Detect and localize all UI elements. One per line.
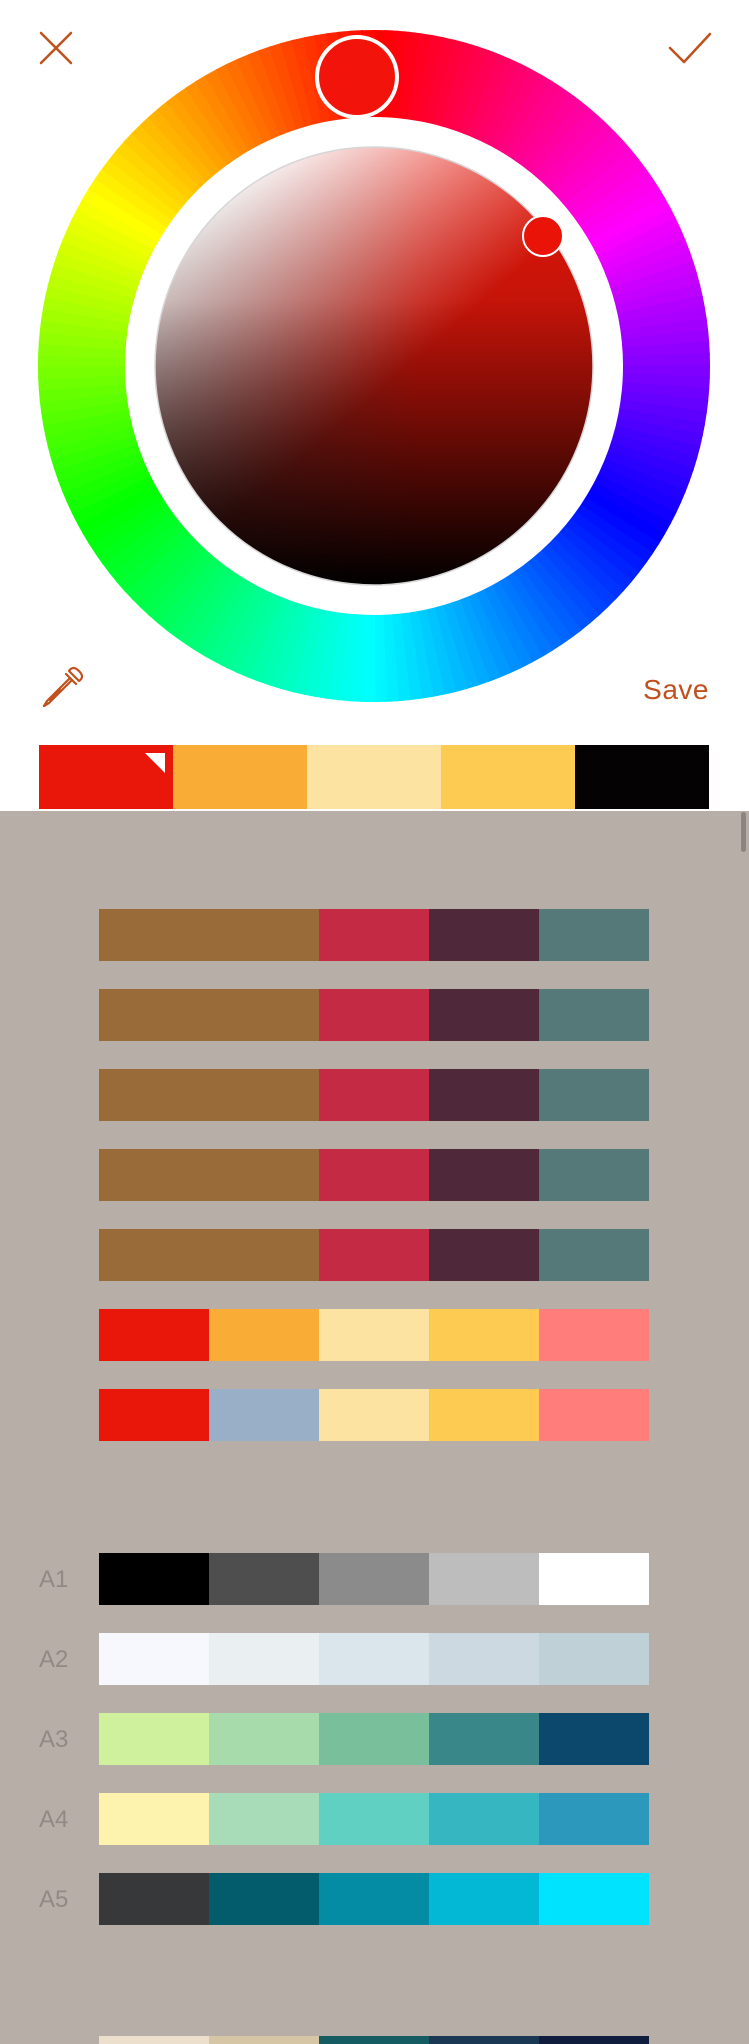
palette-swatch xyxy=(539,1229,649,1281)
palette-swatch xyxy=(319,1713,429,1765)
palette-row[interactable] xyxy=(99,1069,649,1121)
palette-swatch xyxy=(539,1713,649,1765)
palette-row[interactable] xyxy=(99,989,649,1041)
palette-swatch xyxy=(209,1389,319,1441)
palette-swatch xyxy=(429,2036,539,2044)
palette-swatch xyxy=(99,1633,209,1685)
palette-swatch xyxy=(99,909,319,961)
palette-swatch xyxy=(539,1633,649,1685)
palette-swatch xyxy=(99,1069,319,1121)
palette-swatch xyxy=(429,1873,539,1925)
palette-row[interactable] xyxy=(99,1713,649,1765)
palette-swatch xyxy=(539,1873,649,1925)
palette-label: A2 xyxy=(39,1646,69,1673)
palette-swatch xyxy=(99,1149,319,1201)
palette-swatch xyxy=(209,1553,319,1605)
palette-swatch xyxy=(209,2036,319,2044)
palette-swatch xyxy=(319,1309,429,1361)
palette-swatch xyxy=(429,1553,539,1605)
palette-swatch xyxy=(539,1793,649,1845)
eyedropper-icon[interactable] xyxy=(36,662,88,714)
palette-row[interactable] xyxy=(99,1873,649,1925)
palette-swatch xyxy=(209,1793,319,1845)
palette-row[interactable] xyxy=(99,1389,649,1441)
palette-swatch xyxy=(319,989,429,1041)
palette-swatch xyxy=(539,989,649,1041)
palette-swatch xyxy=(429,1069,539,1121)
current-palette-swatch[interactable] xyxy=(307,745,441,809)
palette-swatch xyxy=(539,1309,649,1361)
palette-swatch xyxy=(319,909,429,961)
palette-swatch xyxy=(429,1389,539,1441)
palette-swatch xyxy=(319,1553,429,1605)
palette-swatch xyxy=(99,1873,209,1925)
palette-swatch xyxy=(319,1149,429,1201)
palette-swatch xyxy=(319,2036,429,2044)
palette-swatch xyxy=(429,989,539,1041)
palette-label: A1 xyxy=(39,1566,69,1593)
palette-label: A3 xyxy=(39,1726,69,1753)
hue-handle[interactable] xyxy=(315,35,399,119)
palette-swatch xyxy=(99,1793,209,1845)
palette-row[interactable] xyxy=(99,2036,649,2044)
palette-row[interactable] xyxy=(99,1633,649,1685)
palette-row[interactable] xyxy=(99,909,649,961)
current-palette-swatch[interactable] xyxy=(441,745,575,809)
current-palette-swatch[interactable] xyxy=(575,745,709,809)
palette-swatch xyxy=(429,1633,539,1685)
palette-swatch xyxy=(99,989,319,1041)
palette-swatch xyxy=(319,1389,429,1441)
save-button[interactable]: Save xyxy=(643,674,709,706)
palette-swatch xyxy=(539,1553,649,1605)
palette-row[interactable] xyxy=(99,1553,649,1605)
palette-swatch xyxy=(429,909,539,961)
palette-swatch xyxy=(429,1793,539,1845)
palette-swatch xyxy=(319,1633,429,1685)
current-palette-swatch[interactable] xyxy=(39,745,173,809)
palette-swatch xyxy=(319,1873,429,1925)
palette-swatch xyxy=(99,1309,209,1361)
palette-swatch xyxy=(539,909,649,961)
palette-row[interactable] xyxy=(99,1149,649,1201)
palette-swatch xyxy=(209,1713,319,1765)
palette-swatch xyxy=(429,1229,539,1281)
palette-swatch xyxy=(319,1229,429,1281)
palette-swatch xyxy=(99,1229,319,1281)
palette-swatch xyxy=(319,1793,429,1845)
current-palette xyxy=(39,745,709,809)
palette-swatch xyxy=(99,2036,209,2044)
palette-swatch xyxy=(209,1309,319,1361)
saturation-value-handle[interactable] xyxy=(522,215,564,257)
palette-swatch xyxy=(539,1149,649,1201)
palette-swatch xyxy=(209,1633,319,1685)
palette-swatch xyxy=(99,1553,209,1605)
palette-label: A5 xyxy=(39,1886,69,1913)
palette-swatch xyxy=(539,1069,649,1121)
palette-swatch xyxy=(319,1069,429,1121)
palette-row[interactable] xyxy=(99,1793,649,1845)
saturation-value-disc[interactable] xyxy=(155,147,593,585)
current-palette-swatch[interactable] xyxy=(173,745,307,809)
palette-row[interactable] xyxy=(99,1309,649,1361)
palette-swatch xyxy=(429,1309,539,1361)
palette-row[interactable] xyxy=(99,1229,649,1281)
palette-swatch xyxy=(429,1149,539,1201)
palette-swatch xyxy=(99,1713,209,1765)
palette-swatch xyxy=(539,1389,649,1441)
scrollbar[interactable] xyxy=(741,812,746,852)
palette-swatch xyxy=(539,2036,649,2044)
palette-swatch xyxy=(99,1389,209,1441)
palette-swatch xyxy=(209,1873,319,1925)
palette-label: A4 xyxy=(39,1806,69,1833)
color-picker-panel: Save xyxy=(0,0,749,811)
color-wheel[interactable] xyxy=(38,30,710,702)
palette-swatch xyxy=(429,1713,539,1765)
